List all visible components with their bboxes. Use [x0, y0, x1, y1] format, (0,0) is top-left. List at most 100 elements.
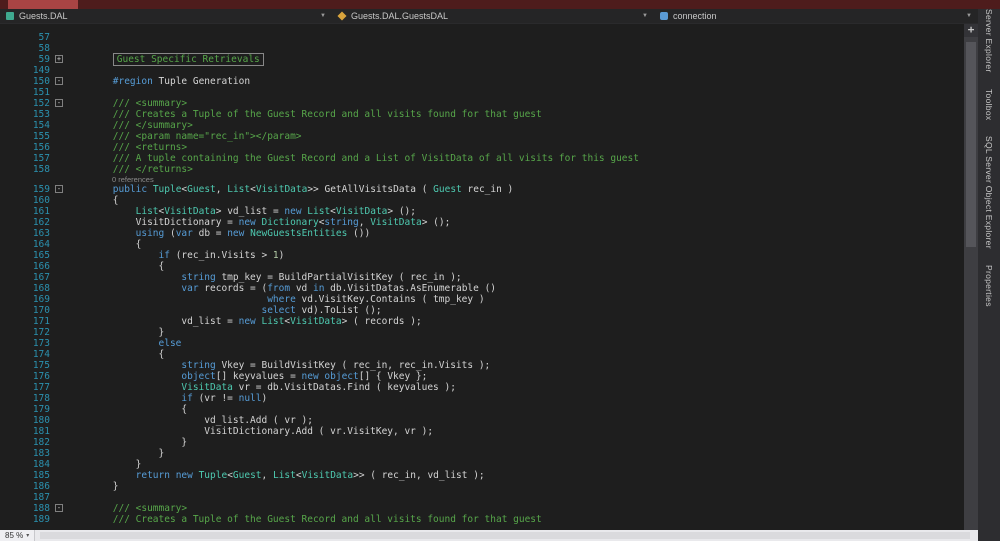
- line-number: 160: [0, 195, 53, 206]
- code-line[interactable]: 150- #region Tuple Generation: [0, 76, 964, 87]
- code-line[interactable]: 172 }: [0, 327, 964, 338]
- scrollbar-thumb[interactable]: [966, 42, 976, 247]
- line-number: 157: [0, 153, 53, 164]
- code-line[interactable]: 188- /// <summary>: [0, 503, 964, 514]
- code-line[interactable]: 151: [0, 87, 964, 98]
- project-dropdown[interactable]: Guests.DAL ▼: [0, 9, 332, 23]
- code-line[interactable]: 183 }: [0, 448, 964, 459]
- code-text: string tmp_key = BuildPartialVisitKey ( …: [67, 272, 462, 283]
- fold-spacer: [53, 459, 67, 470]
- code-text: /// </returns>: [67, 164, 193, 175]
- code-line[interactable]: 169 where vd.VisitKey.Contains ( tmp_key…: [0, 294, 964, 305]
- fold-spacer: [53, 327, 67, 338]
- code-line[interactable]: 154 /// </summary>: [0, 120, 964, 131]
- code-text: where vd.VisitKey.Contains ( tmp_key ): [67, 294, 485, 305]
- code-line[interactable]: 159- public Tuple<Guest, List<VisitData>…: [0, 184, 964, 195]
- chevron-down-icon[interactable]: ▼: [966, 13, 972, 19]
- code-line[interactable]: 180 vd_list.Add ( vr );: [0, 415, 964, 426]
- code-line[interactable]: 163 using (var db = new NewGuestsEntitie…: [0, 228, 964, 239]
- chevron-down-icon[interactable]: ▼: [320, 13, 326, 19]
- code-line[interactable]: 184 }: [0, 459, 964, 470]
- split-handle-icon[interactable]: +: [964, 24, 978, 37]
- chevron-down-icon[interactable]: ▼: [642, 13, 648, 19]
- code-line[interactable]: 158 /// </returns>: [0, 164, 964, 175]
- code-area[interactable]: 575859+ Guest Specific Retrievals149150-…: [0, 24, 964, 530]
- code-line[interactable]: 187: [0, 492, 964, 503]
- code-line[interactable]: 149: [0, 65, 964, 76]
- code-line[interactable]: 157 /// A tuple containing the Guest Rec…: [0, 153, 964, 164]
- code-line[interactable]: 174 {: [0, 349, 964, 360]
- tab-sql-server-object-explorer[interactable]: SQL Server Object Explorer: [984, 136, 994, 249]
- code-line[interactable]: 168 var records = (from vd in db.VisitDa…: [0, 283, 964, 294]
- member-dropdown[interactable]: connection ▼: [654, 9, 978, 23]
- code-text: /// A tuple containing the Guest Record …: [67, 153, 639, 164]
- type-dropdown[interactable]: Guests.DAL.GuestsDAL ▼: [332, 9, 654, 23]
- code-line[interactable]: 173 else: [0, 338, 964, 349]
- horizontal-scrollbar[interactable]: [35, 530, 978, 541]
- editor-row: 575859+ Guest Specific Retrievals149150-…: [0, 24, 978, 530]
- code-text: if (vr != null): [67, 393, 267, 404]
- code-line[interactable]: 170 select vd).ToList ();: [0, 305, 964, 316]
- code-line[interactable]: 155 /// <param name="rec_in"></param>: [0, 131, 964, 142]
- fold-spacer: [53, 492, 67, 503]
- code-line[interactable]: 167 string tmp_key = BuildPartialVisitKe…: [0, 272, 964, 283]
- line-number: 177: [0, 382, 53, 393]
- line-number: 172: [0, 327, 53, 338]
- fold-marker[interactable]: -: [55, 99, 63, 107]
- code-line[interactable]: 59+ Guest Specific Retrievals: [0, 54, 964, 65]
- code-line[interactable]: 164 {: [0, 239, 964, 250]
- hscrollbar-thumb[interactable]: [40, 532, 970, 539]
- line-number: 165: [0, 250, 53, 261]
- code-line[interactable]: 181 VisitDictionary.Add ( vr.VisitKey, v…: [0, 426, 964, 437]
- line-number: 183: [0, 448, 53, 459]
- vertical-scrollbar[interactable]: +: [964, 24, 978, 530]
- code-line[interactable]: 185 return new Tuple<Guest, List<VisitDa…: [0, 470, 964, 481]
- code-line[interactable]: 161 List<VisitData> vd_list = new List<V…: [0, 206, 964, 217]
- code-line[interactable]: 178 if (vr != null): [0, 393, 964, 404]
- code-line[interactable]: 156 /// <returns>: [0, 142, 964, 153]
- codelens-references[interactable]: 0 references: [0, 175, 964, 184]
- code-text: /// <summary>: [67, 98, 187, 109]
- fold-marker[interactable]: +: [55, 55, 63, 63]
- document-tab[interactable]: [8, 0, 78, 9]
- fold-marker[interactable]: -: [55, 185, 63, 193]
- line-number: 185: [0, 470, 53, 481]
- fold-spacer: [53, 316, 67, 327]
- line-number: 57: [0, 32, 53, 43]
- code-line[interactable]: 182 }: [0, 437, 964, 448]
- fold-spacer: [53, 481, 67, 492]
- zoom-control[interactable]: 85 % ▾: [0, 530, 35, 541]
- tab-server-explorer[interactable]: Server Explorer: [984, 9, 994, 73]
- code-line[interactable]: 177 VisitData vr = db.VisitDatas.Find ( …: [0, 382, 964, 393]
- code-line[interactable]: 162 VisitDictionary = new Dictionary<str…: [0, 217, 964, 228]
- tab-properties[interactable]: Properties: [984, 265, 994, 307]
- fold-spacer: [53, 426, 67, 437]
- code-line[interactable]: 166 {: [0, 261, 964, 272]
- class-icon: [337, 11, 346, 20]
- fold-marker[interactable]: -: [55, 77, 63, 85]
- line-number: 156: [0, 142, 53, 153]
- code-line[interactable]: 179 {: [0, 404, 964, 415]
- line-number: 184: [0, 459, 53, 470]
- line-number: 155: [0, 131, 53, 142]
- fold-marker[interactable]: -: [55, 504, 63, 512]
- code-text: }: [67, 459, 141, 470]
- code-line[interactable]: 152- /// <summary>: [0, 98, 964, 109]
- fold-spacer: [53, 65, 67, 76]
- code-line[interactable]: 171 vd_list = new List<VisitData> ( reco…: [0, 316, 964, 327]
- code-line[interactable]: 57: [0, 32, 964, 43]
- fold-spacer: [53, 164, 67, 175]
- code-line[interactable]: 186 }: [0, 481, 964, 492]
- code-line[interactable]: 176 object[] keyvalues = new object[] { …: [0, 371, 964, 382]
- code-line[interactable]: 175 string Vkey = BuildVisitKey ( rec_in…: [0, 360, 964, 371]
- member-icon: [660, 12, 668, 20]
- code-text: object[] keyvalues = new object[] { Vkey…: [67, 371, 427, 382]
- tab-toolbox[interactable]: Toolbox: [984, 89, 994, 120]
- line-number: 162: [0, 217, 53, 228]
- code-line[interactable]: 160 {: [0, 195, 964, 206]
- fold-spacer: [53, 272, 67, 283]
- code-line[interactable]: 153 /// Creates a Tuple of the Guest Rec…: [0, 109, 964, 120]
- code-line[interactable]: 165 if (rec_in.Visits > 1): [0, 250, 964, 261]
- code-line[interactable]: 189 /// Creates a Tuple of the Guest Rec…: [0, 514, 964, 525]
- line-number: 186: [0, 481, 53, 492]
